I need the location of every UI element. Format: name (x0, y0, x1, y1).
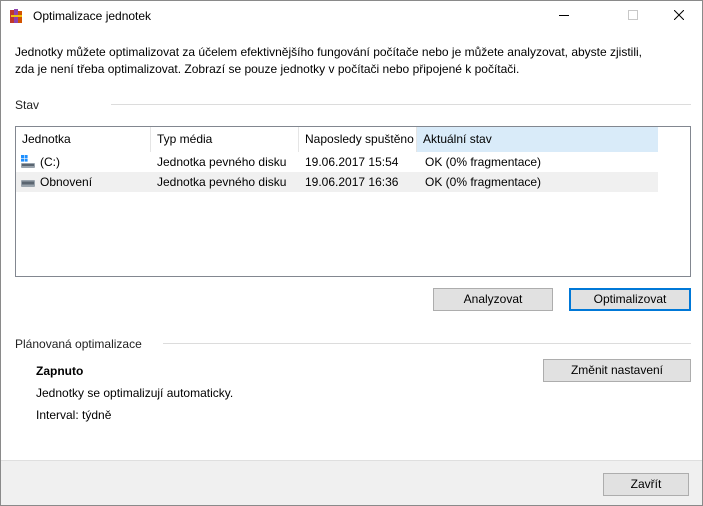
maximize-icon (628, 9, 638, 23)
drive-name: (C:) (40, 155, 60, 169)
column-header-last-run[interactable]: Naposledy spuštěno (299, 127, 417, 152)
drive-row-c[interactable]: (C:) Jednotka pevného disku 19.06.2017 1… (16, 152, 658, 172)
status-divider (111, 104, 691, 105)
analyze-button[interactable]: Analyzovat (433, 288, 553, 311)
drive-row-recovery[interactable]: Obnovení Jednotka pevného disku 19.06.20… (16, 172, 658, 192)
schedule-description: Jednotky se optimalizují automaticky. (36, 386, 234, 400)
scheduled-heading: Plánovaná optimalizace (15, 337, 142, 351)
dialog-footer: Zavřít (1, 460, 702, 505)
drive-icon (21, 177, 35, 191)
status-heading: Stav (15, 98, 40, 112)
scheduled-divider (163, 343, 691, 344)
column-header-media-type[interactable]: Typ média (151, 127, 299, 152)
media-type: Jednotka pevného disku (157, 155, 287, 169)
intro-text: Jednotky můžete optimalizovat za účelem … (15, 44, 695, 78)
close-button[interactable]: Zavřít (603, 473, 689, 496)
last-run: 19.06.2017 15:54 (305, 155, 399, 169)
close-window-button[interactable] (656, 1, 702, 31)
drive-list[interactable]: Jednotka Typ média Naposledy spuštěno Ak… (15, 126, 691, 277)
column-header-current-status[interactable]: Aktuální stav (417, 127, 658, 152)
drive-name: Obnovení (40, 175, 93, 189)
intro-line-1: Jednotky můžete optimalizovat za účelem … (15, 45, 643, 59)
schedule-interval: Interval: týdně (36, 408, 112, 422)
current-status: OK (0% fragmentace) (425, 175, 542, 189)
maximize-button[interactable] (610, 1, 656, 31)
intro-line-2: zda je není třeba optimalizovat. Zobrazí… (15, 62, 520, 76)
windows-drive-icon (21, 155, 35, 171)
column-header-drive[interactable]: Jednotka (16, 127, 151, 152)
optimize-button[interactable]: Optimalizovat (569, 288, 691, 311)
defrag-app-icon (10, 9, 24, 23)
media-type: Jednotka pevného disku (157, 175, 287, 189)
minimize-button[interactable] (541, 1, 587, 31)
minimize-icon (559, 9, 569, 23)
last-run: 19.06.2017 16:36 (305, 175, 399, 189)
title-bar[interactable]: Optimalizace jednotek (1, 1, 702, 31)
drive-list-header: Jednotka Typ média Naposledy spuštěno Ak… (16, 127, 658, 152)
close-icon (673, 9, 685, 23)
window-title: Optimalizace jednotek (33, 9, 152, 23)
change-settings-button[interactable]: Změnit nastavení (543, 359, 691, 382)
schedule-state: Zapnuto (36, 364, 84, 378)
current-status: OK (0% fragmentace) (425, 155, 542, 169)
optimize-drives-window: Optimalizace jednotek Jednotky můžete op… (0, 0, 703, 506)
